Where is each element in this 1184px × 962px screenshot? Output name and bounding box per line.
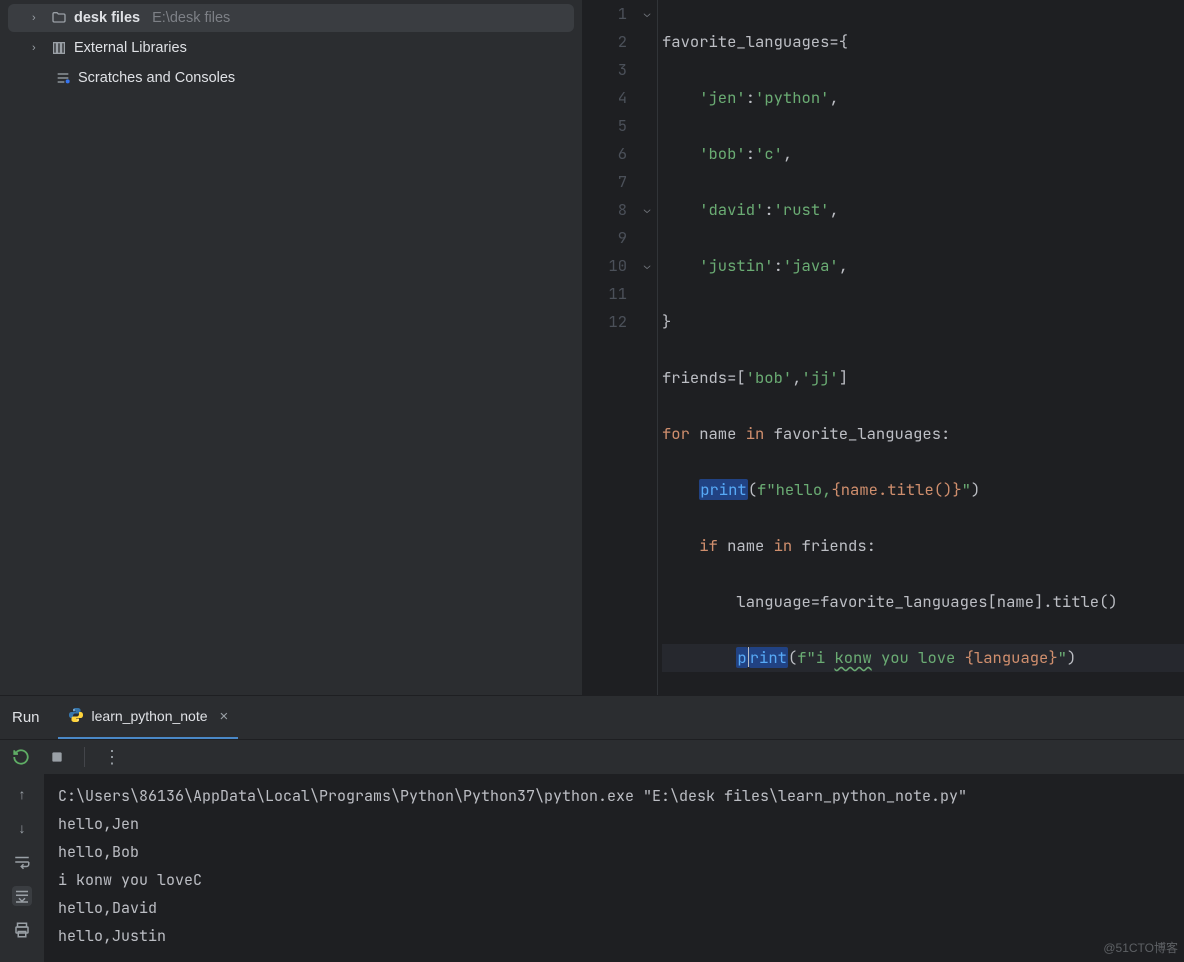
run-tab-label: learn_python_note	[92, 708, 208, 724]
arrow-down-icon[interactable]: ↓	[12, 818, 32, 838]
fold-gutter[interactable]: ⌄ ⌄⌄	[637, 0, 657, 728]
run-side-toolbar: ↑ ↓	[0, 774, 44, 962]
scratches-icon	[54, 70, 72, 86]
folder-icon	[50, 10, 68, 26]
tree-item-external-libraries[interactable]: › External Libraries	[8, 34, 574, 62]
code-text[interactable]: favorite_languages={ 'jen':'python', 'bo…	[662, 0, 1184, 728]
tree-item-desk-files[interactable]: › desk files E:\desk files	[8, 4, 574, 32]
toolbar-separator	[84, 747, 85, 767]
stop-icon[interactable]	[48, 748, 66, 766]
watermark: @51CTO博客	[1103, 939, 1178, 956]
project-tree: › desk files E:\desk files › External Li…	[0, 0, 583, 695]
soft-wrap-icon[interactable]	[12, 852, 32, 872]
python-icon	[68, 707, 84, 726]
run-panel-label[interactable]: Run	[12, 709, 40, 726]
chevron-right-icon[interactable]: ›	[32, 12, 44, 24]
line-gutter: 12 34 56 78 910 1112	[583, 0, 637, 728]
close-icon[interactable]: ×	[220, 708, 229, 725]
run-tab[interactable]: learn_python_note ×	[58, 696, 239, 740]
more-icon[interactable]: ⋮	[103, 748, 121, 766]
tree-item-label: External Libraries	[74, 40, 187, 56]
main-split: › desk files E:\desk files › External Li…	[0, 0, 1184, 695]
tree-item-label: Scratches and Consoles	[78, 70, 235, 86]
tree-item-label: desk files	[74, 10, 140, 26]
library-icon	[50, 40, 68, 56]
code-editor: 12 34 56 78 910 1112 ⌄ ⌄⌄ favorite_langu…	[583, 0, 1184, 695]
arrow-up-icon[interactable]: ↑	[12, 784, 32, 804]
tree-item-path: E:\desk files	[152, 10, 230, 26]
code-area[interactable]: 12 34 56 78 910 1112 ⌄ ⌄⌄ favorite_langu…	[583, 0, 1184, 728]
console-output[interactable]: C:\Users\86136\AppData\Local\Programs\Py…	[44, 774, 1184, 962]
print-icon[interactable]	[12, 920, 32, 940]
chevron-right-icon[interactable]: ›	[32, 42, 44, 54]
tree-item-scratches[interactable]: Scratches and Consoles	[8, 64, 574, 92]
run-toolbar: ⋮	[0, 739, 1184, 774]
scroll-to-end-icon[interactable]	[12, 886, 32, 906]
rerun-icon[interactable]	[12, 748, 30, 766]
run-output-area: ↑ ↓ C:\Users\86136\AppData\Local\Program…	[0, 774, 1184, 962]
gutter-divider	[657, 0, 658, 728]
